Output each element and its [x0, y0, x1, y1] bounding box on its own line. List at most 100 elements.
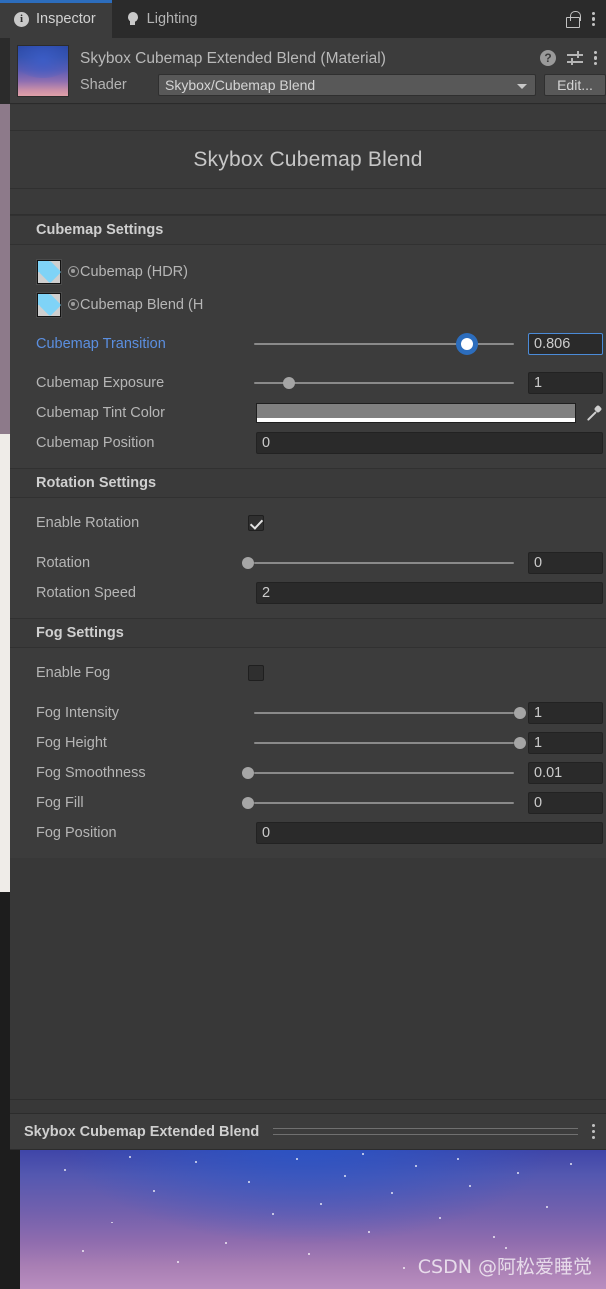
tab-lighting[interactable]: Lighting — [112, 0, 214, 38]
material-preview-thumbnail[interactable] — [17, 45, 69, 97]
title-gap — [10, 189, 606, 215]
edit-shader-button[interactable]: Edit... — [544, 74, 606, 96]
slider-track — [254, 343, 514, 345]
field-cubemap-blend[interactable]: Cubemap Blend (H — [10, 288, 606, 321]
section-header-fog: Fog Settings — [10, 618, 606, 648]
slider-handle[interactable] — [282, 377, 295, 389]
section-body-cubemap: Cubemap (HDR) Cubemap Blend (H Cubemap T… — [10, 245, 606, 468]
row-rotation: Rotation 0 — [10, 548, 606, 578]
checkbox-enable-rotation[interactable] — [248, 515, 264, 531]
checkbox-enable-fog[interactable] — [248, 665, 264, 681]
label-fog-position: Fog Position — [36, 825, 117, 841]
slider-fog-height[interactable] — [248, 733, 526, 753]
row-fog-height: Fog Height 1 — [10, 728, 606, 758]
row-cubemap-position: Cubemap Position 0 — [10, 428, 606, 458]
kebab-menu-icon[interactable] — [592, 11, 596, 27]
row-enable-rotation: Enable Rotation — [10, 508, 606, 538]
kebab-menu-icon[interactable] — [594, 50, 598, 66]
preset-icon[interactable] — [567, 51, 583, 65]
slider-fog-intensity[interactable] — [248, 703, 526, 723]
preview-left-rail — [10, 1150, 20, 1289]
slider-handle[interactable] — [242, 557, 254, 569]
slider-handle[interactable] — [514, 707, 526, 719]
object-picker-icon[interactable] — [68, 299, 79, 310]
info-icon: i — [14, 11, 29, 27]
tab-bar: i Inspector Lighting — [0, 0, 606, 38]
input-fog-height[interactable]: 1 — [528, 732, 603, 754]
input-fog-fill[interactable]: 0 — [528, 792, 603, 814]
lock-open-icon[interactable] — [566, 10, 581, 28]
eyedropper-icon[interactable] — [583, 403, 603, 423]
shader-row: Shader Skybox/Cubemap Blend Edit... — [80, 74, 606, 96]
label-cubemap-transition: Cubemap Transition — [36, 336, 166, 352]
slider-handle[interactable] — [242, 767, 254, 779]
object-picker-icon[interactable] — [68, 266, 79, 277]
alpha-bar — [257, 418, 575, 422]
input-fog-position[interactable]: 0 — [256, 822, 603, 844]
label-enable-rotation: Enable Rotation — [36, 515, 140, 531]
field-cubemap-hdr[interactable]: Cubemap (HDR) — [10, 255, 606, 288]
input-cubemap-position[interactable]: 0 — [256, 432, 603, 454]
tab-inspector[interactable]: i Inspector — [0, 0, 112, 38]
inspector-panel: i Inspector Lighting Skybox Cubemap Exte… — [0, 0, 606, 1289]
material-header-actions: ? — [540, 50, 598, 66]
label-rotation-speed: Rotation Speed — [36, 585, 136, 601]
input-cubemap-transition[interactable]: 0.806 — [528, 333, 603, 355]
color-swatch — [257, 404, 575, 418]
colorfield-cubemap-tint[interactable] — [256, 403, 576, 423]
cubemap-texture-icon[interactable] — [36, 258, 62, 285]
slider-fog-fill[interactable] — [242, 793, 520, 813]
slider-track — [254, 712, 514, 714]
label-cubemap-exposure: Cubemap Exposure — [36, 375, 165, 391]
tab-bar-actions — [566, 0, 606, 38]
slider-track — [254, 742, 514, 744]
slider-handle[interactable] — [242, 797, 254, 809]
input-fog-smoothness[interactable]: 0.01 — [528, 762, 603, 784]
section-body-rotation: Enable Rotation Rotation 0 Rotation Spee… — [10, 498, 606, 618]
label-fog-intensity: Fog Intensity — [36, 705, 120, 721]
input-rotation-speed[interactable]: 2 — [256, 582, 603, 604]
inspector-body: Skybox Cubemap Blend Cubemap Settings Cu… — [10, 105, 606, 1113]
section-body-fog: Enable Fog Fog Intensity 1 Fog Height 1 … — [10, 648, 606, 858]
field-cubemap-blend-label: Cubemap Blend (H — [80, 296, 204, 313]
label-fog-height: Fog Height — [36, 735, 107, 751]
slider-handle[interactable] — [461, 338, 474, 350]
top-spacer — [10, 105, 606, 131]
row-enable-fog: Enable Fog — [10, 658, 606, 688]
tab-lighting-label: Lighting — [146, 11, 198, 27]
label-rotation: Rotation — [36, 555, 91, 571]
background-strip-purple — [0, 104, 10, 434]
background-strip-white — [0, 434, 10, 892]
row-cubemap-transition: Cubemap Transition 0.806 — [10, 329, 606, 359]
label-fog-fill: Fog Fill — [36, 795, 84, 811]
row-rotation-speed: Rotation Speed 2 — [10, 578, 606, 608]
preview-gap — [10, 1099, 606, 1113]
row-fog-intensity: Fog Intensity 1 — [10, 698, 606, 728]
slider-cubemap-transition[interactable] — [248, 334, 520, 354]
shader-display-title: Skybox Cubemap Blend — [10, 131, 606, 189]
slider-cubemap-exposure[interactable] — [248, 373, 520, 393]
section-header-rotation: Rotation Settings — [10, 468, 606, 498]
row-fog-smoothness: Fog Smoothness 0.01 — [10, 758, 606, 788]
inspector-window: i Inspector Lighting Skybox Cubemap Exte… — [0, 0, 606, 1289]
slider-rotation[interactable] — [242, 553, 520, 573]
row-fog-fill: Fog Fill 0 — [10, 788, 606, 818]
input-rotation[interactable]: 0 — [528, 552, 603, 574]
slider-handle[interactable] — [514, 737, 526, 749]
input-fog-intensity[interactable]: 1 — [528, 702, 603, 724]
slider-fog-smoothness[interactable] — [242, 763, 520, 783]
preview-resize-handle[interactable] — [273, 1128, 578, 1135]
chevron-down-icon — [517, 84, 527, 89]
skybox-preview-image[interactable]: CSDN @阿松爱睡觉 — [10, 1150, 606, 1289]
preview-kebab-menu-icon[interactable] — [592, 1124, 606, 1139]
material-title: Skybox Cubemap Extended Blend (Material) — [80, 50, 386, 67]
shader-dropdown-value: Skybox/Cubemap Blend — [165, 77, 316, 93]
preview-title: Skybox Cubemap Extended Blend — [24, 1123, 260, 1140]
shader-dropdown[interactable]: Skybox/Cubemap Blend — [158, 74, 536, 96]
cubemap-texture-icon[interactable] — [36, 291, 62, 318]
tab-inspector-label: Inspector — [36, 11, 96, 27]
preview-bar: Skybox Cubemap Extended Blend — [10, 1113, 606, 1150]
help-icon[interactable]: ? — [540, 50, 556, 66]
light-bulb-icon — [126, 11, 140, 27]
input-cubemap-exposure[interactable]: 1 — [528, 372, 603, 394]
